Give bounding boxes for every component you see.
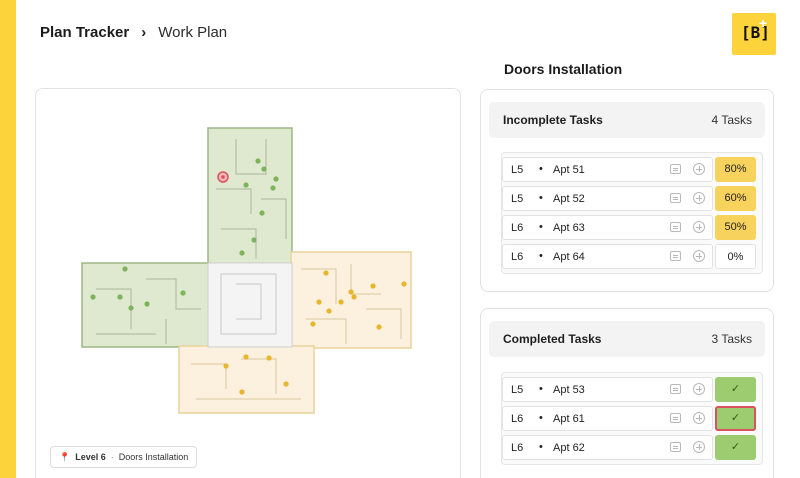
task-apartment: Apt 52 xyxy=(553,193,585,205)
task-status[interactable]: ✓ xyxy=(715,406,756,431)
completed-tasks-list: L5 • Apt 53 ✓ L6 • Apt 61 ✓ L6 • Apt 62 ✓ xyxy=(501,372,763,465)
add-circle-icon[interactable] xyxy=(693,163,705,175)
task-row-body[interactable]: L6 • Apt 61 xyxy=(502,406,713,431)
add-circle-icon[interactable] xyxy=(693,192,705,204)
task-apartment: Apt 64 xyxy=(553,251,585,263)
task-bullet: • xyxy=(539,221,543,233)
task-status[interactable]: 80% xyxy=(715,157,756,182)
comment-icon[interactable] xyxy=(670,384,681,394)
comment-icon[interactable] xyxy=(670,413,681,423)
completed-tasks-header[interactable]: Completed Tasks 3 Tasks xyxy=(489,321,765,357)
task-row[interactable]: L6 • Apt 63 50% xyxy=(502,215,762,240)
task-row[interactable]: L6 • Apt 61 ✓ xyxy=(502,406,762,431)
task-row[interactable]: L5 • Apt 51 80% xyxy=(502,157,762,182)
task-bullet: • xyxy=(539,250,543,262)
task-status[interactable]: 60% xyxy=(715,186,756,211)
task-row-body[interactable]: L6 • Apt 64 xyxy=(502,244,713,269)
comment-icon[interactable] xyxy=(670,222,681,232)
task-row-body[interactable]: L6 • Apt 62 xyxy=(502,435,713,460)
task-apartment: Apt 51 xyxy=(553,164,585,176)
task-apartment: Apt 53 xyxy=(553,384,585,396)
level-selector[interactable]: 📍 Level 6 · Doors Installation xyxy=(50,446,198,468)
incomplete-tasks-label: Incomplete Tasks xyxy=(503,113,603,127)
task-row[interactable]: L5 • Apt 52 60% xyxy=(502,186,762,211)
comment-icon[interactable] xyxy=(670,442,681,452)
task-level: L5 xyxy=(511,384,524,396)
task-bullet: • xyxy=(539,441,543,453)
activity-label: Doors Installation xyxy=(118,452,189,462)
plus-icon: + xyxy=(759,15,768,31)
add-circle-icon[interactable] xyxy=(693,441,705,453)
incomplete-tasks-panel: Incomplete Tasks 4 Tasks L5 • Apt 51 80% L5 •… xyxy=(480,89,774,292)
task-level: L6 xyxy=(511,413,524,425)
task-bullet: • xyxy=(539,412,543,424)
floor-plan[interactable] xyxy=(36,89,462,478)
task-bullet: • xyxy=(539,383,543,395)
plan-marker-selected-core xyxy=(221,175,225,179)
task-level: L5 xyxy=(511,193,524,205)
location-pin-icon: 📍 xyxy=(59,451,71,462)
task-level: L6 xyxy=(511,251,524,263)
task-status[interactable]: ✓ xyxy=(715,377,756,402)
task-apartment: Apt 63 xyxy=(553,222,585,234)
task-row[interactable]: L5 • Apt 53 ✓ xyxy=(502,377,762,402)
comment-icon[interactable] xyxy=(670,251,681,261)
incomplete-tasks-count: 4 Tasks xyxy=(711,113,752,127)
add-circle-icon[interactable] xyxy=(693,383,705,395)
app-logo[interactable]: [B] + xyxy=(732,13,776,55)
brand-stripe xyxy=(0,0,16,478)
task-apartment: Apt 62 xyxy=(553,442,585,454)
task-row-body[interactable]: L5 • Apt 51 xyxy=(502,157,713,182)
incomplete-tasks-list: L5 • Apt 51 80% L5 • Apt 52 60% L6 • Apt 63 50% L6 • A… xyxy=(501,152,763,274)
task-row[interactable]: L6 • Apt 64 0% xyxy=(502,244,762,269)
plan-wing-north xyxy=(207,127,293,266)
task-bullet: • xyxy=(539,163,543,175)
floor-plan-card: 📍 Level 6 · Doors Installation xyxy=(35,88,461,478)
add-circle-icon[interactable] xyxy=(693,412,705,424)
comment-icon[interactable] xyxy=(670,164,681,174)
add-circle-icon[interactable] xyxy=(693,221,705,233)
completed-tasks-label: Completed Tasks xyxy=(503,332,602,346)
level-label: Level 6 xyxy=(75,452,106,462)
completed-tasks-panel: Completed Tasks 3 Tasks L5 • Apt 53 ✓ L6 • Apt… xyxy=(480,308,774,478)
task-status[interactable]: 50% xyxy=(715,215,756,240)
task-status[interactable]: ✓ xyxy=(715,435,756,460)
completed-tasks-count: 3 Tasks xyxy=(711,332,752,346)
breadcrumb: Plan Tracker › Work Plan xyxy=(40,22,227,42)
comment-icon[interactable] xyxy=(670,193,681,203)
task-row[interactable]: L6 • Apt 62 ✓ xyxy=(502,435,762,460)
incomplete-tasks-header[interactable]: Incomplete Tasks 4 Tasks xyxy=(489,102,765,138)
chevron-right-icon: › xyxy=(141,23,147,41)
breadcrumb-root[interactable]: Plan Tracker xyxy=(40,24,129,41)
level-separator: · xyxy=(110,452,114,462)
task-row-body[interactable]: L5 • Apt 53 xyxy=(502,377,713,402)
section-title: Doors Installation xyxy=(504,61,623,77)
task-level: L6 xyxy=(511,222,524,234)
add-circle-icon[interactable] xyxy=(693,250,705,262)
task-status[interactable]: 0% xyxy=(715,244,756,269)
task-level: L5 xyxy=(511,164,524,176)
breadcrumb-current: Work Plan xyxy=(158,23,228,41)
task-row-body[interactable]: L6 • Apt 63 xyxy=(502,215,713,240)
task-row-body[interactable]: L5 • Apt 52 xyxy=(502,186,713,211)
task-apartment: Apt 61 xyxy=(553,413,585,425)
task-level: L6 xyxy=(511,442,524,454)
task-bullet: • xyxy=(539,192,543,204)
